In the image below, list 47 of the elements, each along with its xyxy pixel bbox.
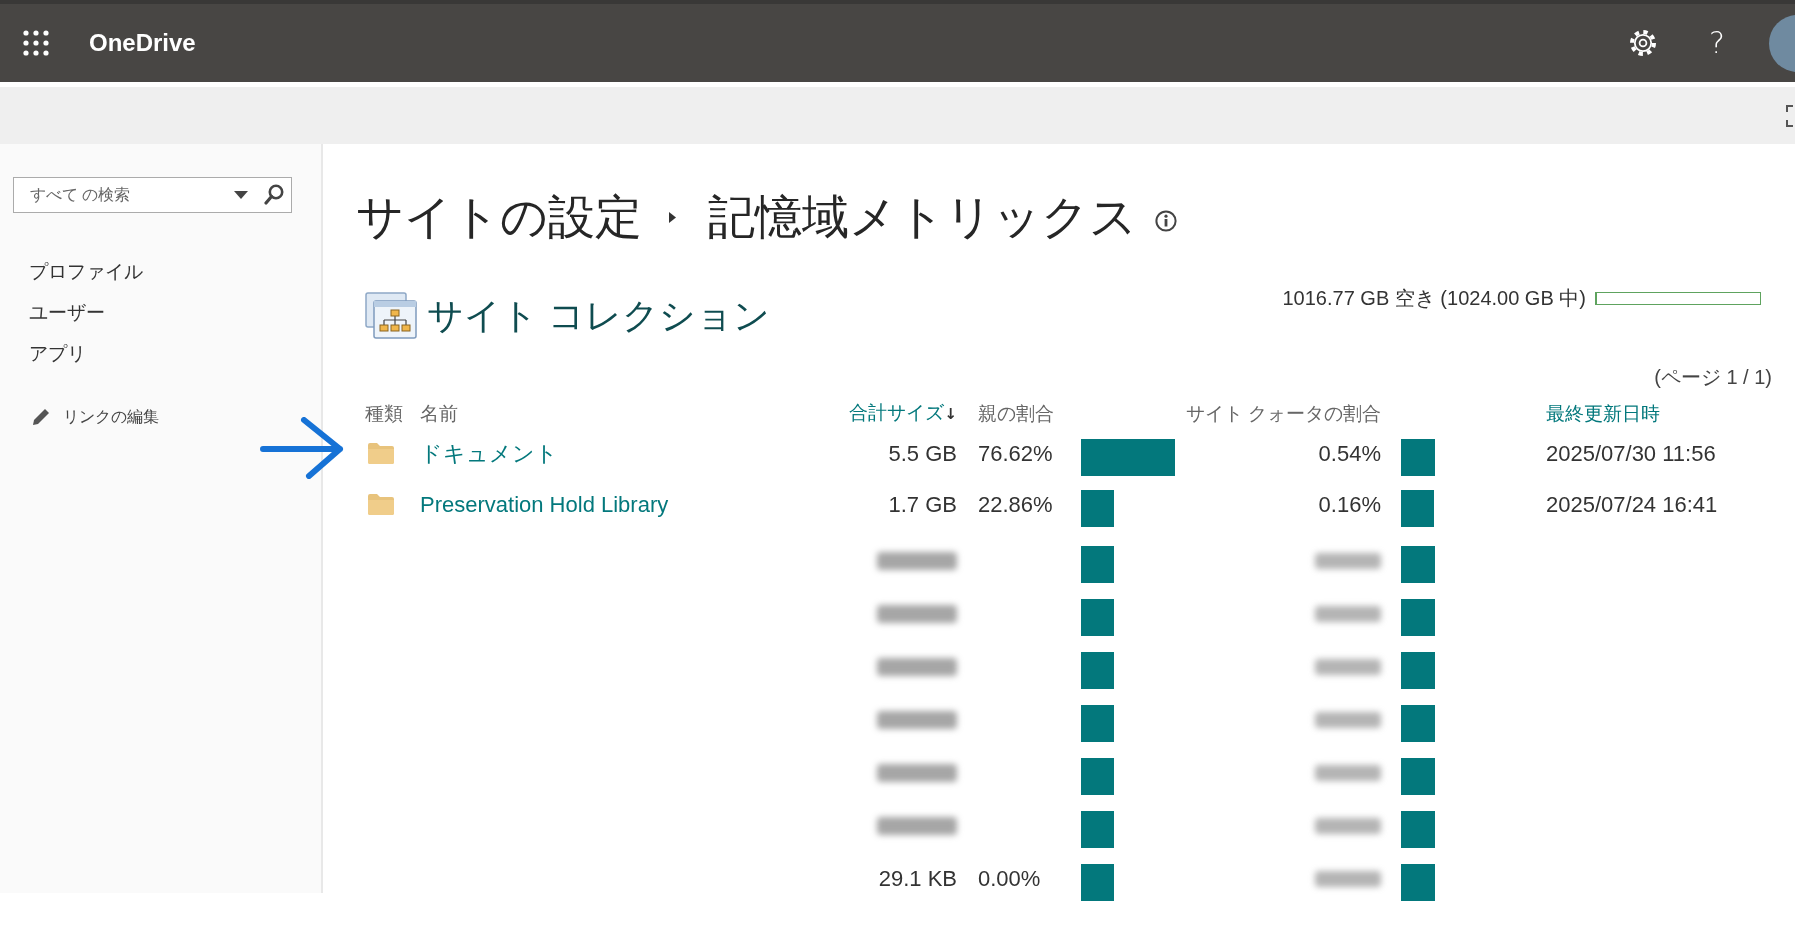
column-header: 名前 <box>420 402 458 424</box>
nav-link[interactable]: ユーザー <box>29 293 105 334</box>
blurred-text-drawing <box>1315 711 1381 728</box>
page-indicator-text: (ページ 1 / 1) <box>1654 365 1772 388</box>
search-icon[interactable] <box>264 184 284 205</box>
library-link[interactable]: ドキュメント <box>420 441 558 466</box>
quota-share-text: 0.16% <box>1318 491 1381 519</box>
parent-share-text: 0.00% <box>978 866 1041 891</box>
page-title: 記憶域メトリックス <box>708 188 1137 245</box>
app-name[interactable]: OneDrive <box>89 25 196 61</box>
section-title: サイト コレクション <box>427 294 770 338</box>
quota-share-text: 0.54% <box>1318 440 1381 468</box>
parent-share-text: 22.86% <box>978 492 1053 517</box>
total-size-text: 5.5 GB <box>888 440 957 468</box>
column-header[interactable]: 合計サイズ↓ <box>849 398 957 429</box>
dot-grid-icon[interactable] <box>23 30 49 56</box>
breadcrumb-link[interactable]: サイトの設定 <box>356 181 642 253</box>
storage-summary-text: 1016.77 GB 空き (1024.00 GB 中) <box>1282 286 1586 311</box>
column-header: サイト クォータの割合 <box>1185 401 1381 426</box>
blurred-text-drawing <box>1315 605 1381 622</box>
blurred-text-drawing <box>1315 658 1381 675</box>
library-link[interactable]: Preservation Hold Library <box>420 492 669 517</box>
folder-icon <box>368 443 394 464</box>
nav-link[interactable]: プロファイル <box>29 252 143 293</box>
hierarchy-window-icon <box>365 292 418 340</box>
column-header[interactable]: 最終更新日時 <box>1546 402 1660 424</box>
search-field[interactable]: すべて の検索 <box>13 177 292 213</box>
breadcrumb-separator-icon <box>669 211 676 223</box>
modified-date-text: 2025/07/30 11:56 <box>1546 441 1716 466</box>
parent-share-text: 76.62% <box>978 441 1053 466</box>
info-icon[interactable] <box>1155 210 1177 232</box>
settings-icon[interactable] <box>1629 29 1658 57</box>
column-header: 親の割合 <box>978 402 1054 424</box>
total-size-text: 1.7 GB <box>888 491 957 519</box>
folder-icon <box>368 494 394 515</box>
caret-down-icon[interactable] <box>234 191 248 199</box>
blurred-text-drawing <box>1315 817 1381 834</box>
blurred-text-drawing <box>1315 764 1381 781</box>
blurred-text-drawing <box>1315 870 1381 887</box>
blurred-text-drawing <box>1315 552 1381 569</box>
column-header: 種類 <box>365 402 403 424</box>
help-button[interactable]: ? <box>1709 26 1725 60</box>
pencil-icon <box>32 408 50 426</box>
nav-link[interactable]: アプリ <box>29 334 86 375</box>
edit-links-link[interactable]: リンクの編集 <box>32 405 159 429</box>
total-size-text: 29.1 KB <box>878 865 957 893</box>
modified-date-text: 2025/07/24 16:41 <box>1546 492 1718 517</box>
